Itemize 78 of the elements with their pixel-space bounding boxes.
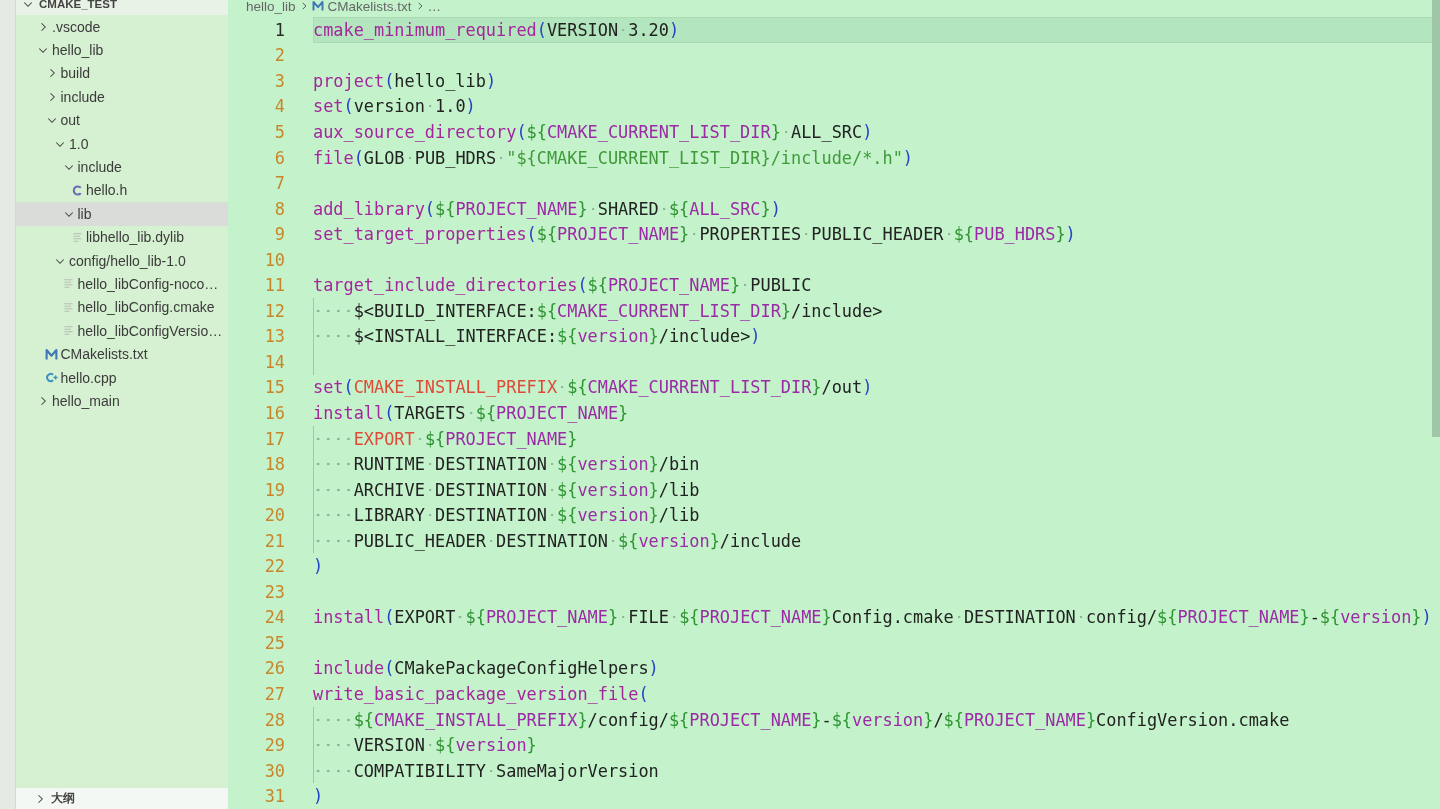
line-number: 1 [273, 19, 286, 40]
folder-item[interactable]: lib [16, 202, 228, 226]
code-line: set(version 1.0) [313, 95, 476, 119]
code-line: project(hello_lib) [313, 69, 497, 93]
line-number: 22 [263, 556, 286, 577]
line-number: 9 [273, 224, 286, 245]
explorer-header[interactable]: CMAKE_TEST [16, 0, 228, 15]
line-number: 26 [263, 658, 286, 679]
cpp-file-icon [45, 371, 58, 385]
line-number: 15 [263, 377, 286, 398]
text-file-icon [62, 277, 75, 291]
line-number: 24 [263, 607, 286, 628]
line-number: 29 [263, 735, 286, 756]
line-number: 16 [263, 402, 286, 423]
code-line: set_target_properties(${PROJECT_NAME} PROPERTIES PUBLIC_HEADER ${PUB_HDRS}) [313, 223, 1076, 247]
breadcrumb-item[interactable]: … [427, 0, 442, 14]
line-number: 4 [273, 96, 286, 117]
line-number: 31 [263, 786, 286, 807]
file-item[interactable]: hello_libConfigVersio… [16, 319, 228, 343]
code-line: ) [313, 555, 324, 579]
line-number: 25 [263, 632, 286, 653]
folder-item[interactable]: .vscode [16, 15, 228, 39]
breadcrumb-item[interactable]: hello_lib [246, 0, 296, 14]
code-line: target_include_directories(${PROJECT_NAME} PUBLIC [313, 274, 812, 298]
outline-header[interactable]: 大纲 [16, 788, 228, 809]
line-number: 7 [273, 173, 286, 194]
code-line: file(GLOB PUB_HDRS "${CMAKE_CURRENT_LIST_DIR}/include/*.h") [313, 146, 913, 170]
file-item[interactable]: libhello_lib.dylib [16, 225, 228, 249]
line-number: 17 [263, 428, 286, 449]
code-line: set(CMAKE_INSTALL_PREFIX ${CMAKE_CURRENT_LIST_DIR}/out) [313, 376, 873, 400]
line-number: 27 [263, 684, 286, 704]
text-file-icon [62, 300, 75, 314]
line-number: 8 [273, 198, 286, 219]
code-line: include(CMakePackageConfigHelpers) [313, 657, 659, 681]
line-number: 3 [273, 70, 286, 91]
code-line: aux_source_directory(${CMAKE_CURRENT_LIST_DIR} ALL_SRC) [313, 120, 873, 144]
code-line: write_basic_package_version_file( [313, 683, 649, 706]
file-item[interactable]: hello.cpp [16, 365, 228, 390]
code-line: cmake_minimum_required(VERSION 3.20) [313, 18, 680, 42]
line-number: 13 [263, 326, 286, 347]
line-number: 11 [263, 275, 286, 296]
line-number: 20 [263, 505, 286, 526]
folder-item[interactable]: hello_main [16, 389, 228, 413]
line-number: 6 [273, 147, 286, 168]
folder-item[interactable]: include [16, 85, 228, 109]
c-file-icon [70, 183, 84, 197]
line-number: 21 [263, 530, 286, 551]
line-number: 19 [263, 479, 286, 500]
file-item[interactable]: CMakelists.txt [16, 342, 228, 366]
line-number: 28 [263, 709, 286, 730]
code-line: add_library(${PROJECT_NAME} SHARED ${ALL_SRC}) [313, 197, 781, 221]
breadcrumb-item[interactable]: CMakelists.txt [327, 0, 412, 14]
code-line: install(TARGETS ${PROJECT_NAME} [313, 401, 629, 425]
folder-item[interactable]: config/hello_lib-1.0 [16, 248, 228, 273]
folder-item[interactable]: build [16, 61, 228, 86]
code-line: install(EXPORT ${PROJECT_NAME} FILE ${PROJECT_NAME}Config.cmake DESTINATION config/${PROJECT_NAME}-${version}) [313, 606, 1432, 630]
file-item[interactable]: hello_libConfig.cmake [16, 295, 228, 320]
folder-item[interactable]: out [16, 108, 228, 132]
chevron-down-icon[interactable] [22, 0, 34, 10]
text-file-icon [62, 324, 75, 338]
folder-item[interactable]: 1.0 [16, 131, 228, 156]
code-line: ) [313, 785, 324, 809]
line-number: 10 [263, 249, 286, 270]
line-number: 23 [263, 581, 286, 602]
file-item[interactable]: hello.h [16, 178, 228, 203]
line-number: 12 [263, 300, 286, 321]
m-file-icon [45, 347, 58, 361]
line-number: 14 [263, 351, 286, 372]
line-number: 5 [273, 121, 286, 142]
m-file-icon [311, 0, 324, 12]
scrollbar-thumb[interactable] [1432, 0, 1440, 437]
text-file-icon [70, 230, 84, 244]
line-number: 30 [263, 760, 286, 781]
folder-item[interactable]: include [16, 155, 228, 179]
folder-item[interactable]: hello_lib [16, 38, 228, 62]
line-number: 2 [273, 45, 286, 66]
line-number: 18 [263, 454, 286, 475]
file-item[interactable]: hello_libConfig-noco… [16, 272, 228, 296]
